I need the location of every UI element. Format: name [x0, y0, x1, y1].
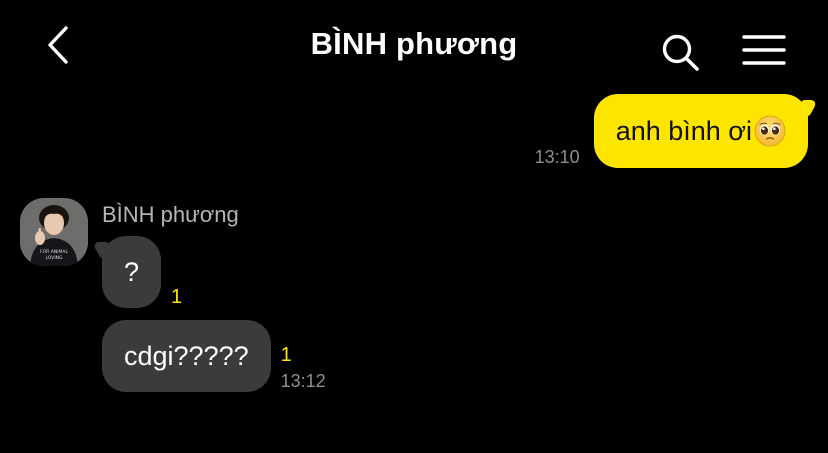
bubble-tail: [793, 100, 819, 116]
sender-name: BÌNH phương: [102, 202, 239, 227]
bubble-tail: [91, 242, 117, 258]
pleading-face-emoji: [754, 115, 786, 147]
message-text: anh bình ơi: [615, 115, 752, 146]
svg-text:LOVING: LOVING: [45, 255, 63, 261]
message-timestamp: 13:12: [280, 371, 326, 391]
incoming-message-row: ? 1: [91, 236, 182, 308]
incoming-message-bubble[interactable]: ?: [91, 236, 162, 308]
incoming-message-bubble[interactable]: cdgi?????: [102, 320, 271, 392]
chat-screen: BÌNH phương 13:10 anh bình ơi FOR ANIMAL…: [0, 0, 828, 453]
message-text: cdgi?????: [124, 340, 249, 371]
outgoing-message-bubble[interactable]: anh bình ơi: [593, 94, 819, 168]
shirt-text: FOR ANIMAL: [40, 249, 68, 255]
message-meta: 1 13:12: [281, 344, 326, 392]
chat-header: BÌNH phương: [0, 0, 828, 92]
outgoing-message-row: 13:10 anh bình ơi: [534, 94, 819, 168]
message-text: ?: [124, 256, 140, 287]
menu-button[interactable]: [738, 30, 790, 70]
hamburger-menu-icon: [742, 35, 786, 65]
unread-count: 1: [171, 286, 183, 308]
message-meta: 1: [171, 286, 182, 308]
incoming-message-row: cdgi????? 1 13:12: [102, 320, 326, 392]
message-timestamp: 13:10: [534, 147, 580, 167]
search-icon: [662, 34, 699, 71]
search-button[interactable]: [658, 30, 704, 76]
avatar[interactable]: FOR ANIMAL LOVING: [20, 198, 88, 266]
profile-photo-image: FOR ANIMAL LOVING: [20, 198, 88, 266]
unread-count: 1: [280, 344, 292, 366]
